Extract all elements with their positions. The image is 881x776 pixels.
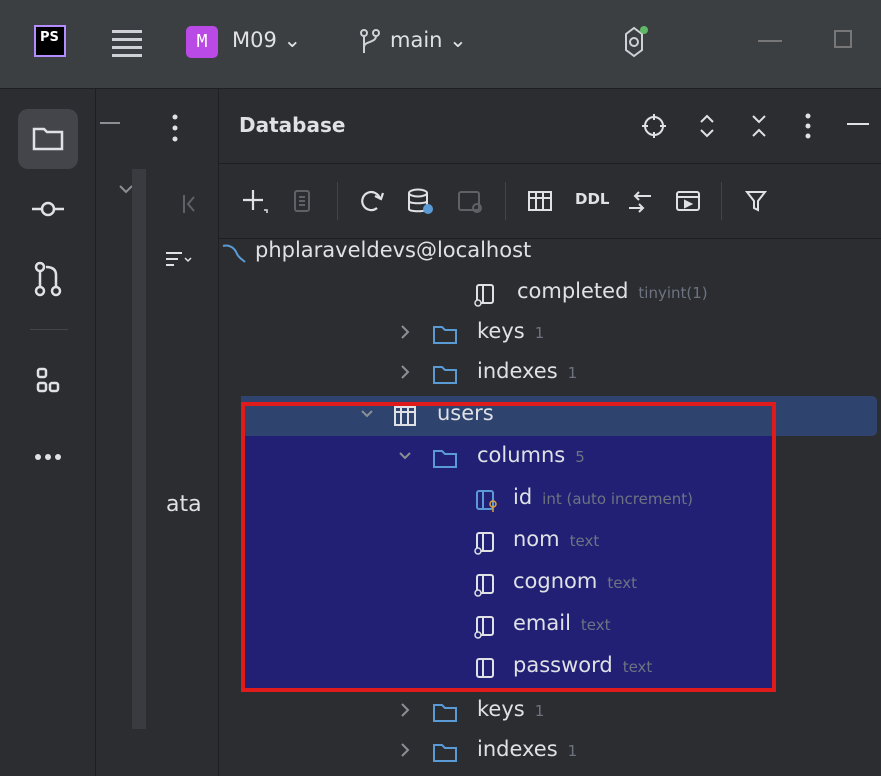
connection-label: phplaraveldevs@localhost — [255, 238, 532, 262]
column-icon — [474, 284, 494, 307]
tree-row-label: indexes 1 — [477, 737, 578, 761]
chevron-right-icon[interactable] — [397, 740, 413, 760]
tree-row-folder[interactable]: indexes 1 — [219, 732, 779, 772]
tree-row-connection[interactable]: phplaraveldevs@localhost — [219, 236, 779, 276]
tree-row-column[interactable]: completed tinyint(1) — [219, 274, 779, 314]
folder-icon — [433, 366, 457, 384]
tree-row-folder[interactable]: keys 1 — [219, 692, 779, 732]
folder-icon — [433, 744, 457, 762]
folder-icon — [433, 326, 457, 344]
chevron-right-icon[interactable] — [397, 700, 413, 720]
chevron-right-icon[interactable] — [397, 322, 413, 342]
chevron-right-icon[interactable] — [397, 362, 413, 382]
folder-icon — [433, 704, 457, 722]
tree-row-label: completed tinyint(1) — [517, 279, 708, 303]
tree-row-label: indexes 1 — [477, 359, 578, 383]
mysql-dolphin-icon — [222, 244, 246, 263]
tree-row-label: keys 1 — [477, 319, 545, 343]
annotation-highlight-box — [241, 402, 776, 692]
tree-row-folder[interactable]: indexes 1 — [219, 354, 779, 394]
tree-row-folder[interactable]: keys 1 — [219, 314, 779, 354]
tree-row-label: keys 1 — [477, 697, 545, 721]
